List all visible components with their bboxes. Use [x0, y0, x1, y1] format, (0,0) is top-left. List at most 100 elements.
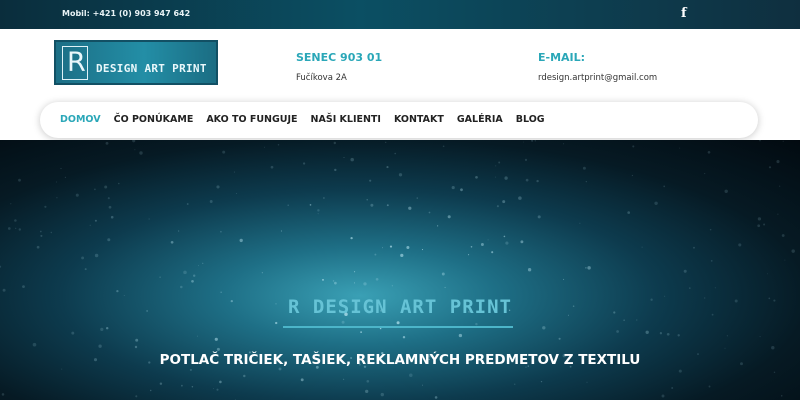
sparkle-dot [537, 215, 541, 219]
sparkle-dot [679, 147, 681, 149]
nav-item-blog[interactable]: BLOG [516, 114, 545, 125]
sparkle-dot [714, 287, 716, 289]
sparkle-dot [10, 203, 12, 205]
sparkle-dot [724, 189, 728, 194]
sparkle-dot [524, 158, 528, 161]
sparkle-dot [317, 209, 320, 212]
nav-item-ako-to-funguje[interactable]: AKO TO FUNGUJE [206, 114, 297, 125]
nav-item-co-ponukame[interactable]: ČO PONÚKAME [114, 114, 194, 125]
sparkle-dot [496, 205, 499, 208]
sparkle-dot [400, 253, 404, 258]
sparkle-dot [475, 175, 478, 179]
sparkle-dot [354, 271, 356, 273]
sparkle-dot [406, 245, 410, 250]
sparkle-dot [132, 140, 136, 143]
sparkle-dot [322, 197, 325, 199]
sparkle-dot [408, 206, 412, 210]
sparkle-dot [60, 167, 62, 170]
sparkle-dot [104, 185, 108, 189]
sparkle-dot [317, 213, 319, 215]
sparkle-dot [222, 150, 226, 154]
sparkle-dot [202, 262, 204, 264]
sparkle-dot [14, 219, 17, 222]
sparkle-dot [380, 392, 384, 397]
sparkle-dot [98, 344, 102, 348]
logo-letter: R [67, 47, 86, 78]
sparkle-dot [170, 240, 174, 244]
sparkle-dot [709, 228, 712, 231]
sparkle-dot [334, 281, 337, 285]
main-nav: DOMOV ČO PONÚKAME AKO TO FUNGUJE NAŠI KL… [40, 102, 758, 138]
sparkle-dot [342, 378, 345, 381]
sparkle-dot [261, 272, 263, 274]
sparkle-dot [139, 151, 143, 155]
sparkle-dot [708, 385, 711, 388]
sparkle-dot [641, 246, 643, 248]
sparkle-dot [186, 203, 189, 205]
sparkle-dot [343, 156, 345, 159]
sparkle-dot [563, 143, 565, 145]
sparkle-dot [375, 277, 379, 281]
sparkle-dot [416, 197, 418, 199]
sparkle-dot [309, 204, 312, 206]
sparkle-dot [495, 165, 497, 167]
sparkle-dot [270, 165, 274, 169]
sparkle-dot [370, 203, 374, 207]
sparkle-dot [518, 196, 522, 200]
sparkle-dot [56, 197, 58, 199]
hero-title: R DESIGN ART PRINT [288, 296, 512, 318]
hero-banner: R DESIGN ART PRINT POTLAČ TRIČIEK, TAŠIE… [0, 140, 800, 400]
sparkle-dot [350, 157, 354, 162]
sparkle-dot [71, 331, 75, 335]
sparkle-dot [365, 389, 369, 394]
sparkle-dot [287, 204, 289, 206]
site-logo[interactable]: R DESIGN ART PRINT [54, 40, 218, 85]
nav-item-nasi-klienti[interactable]: NAŠI KLIENTI [311, 114, 381, 125]
sparkle-dot [421, 384, 424, 386]
sparkle-dot [480, 243, 484, 246]
sparkle-dot [636, 319, 638, 321]
sparkle-dot [677, 334, 680, 337]
sparkle-dot [527, 268, 532, 272]
sparkle-dot [277, 144, 280, 146]
sparkle-dot [18, 178, 21, 182]
sparkle-dot [32, 342, 37, 347]
sparkle-dot [784, 259, 786, 261]
sparkle-dot [94, 219, 97, 222]
facebook-icon[interactable]: f [681, 6, 687, 21]
sparkle-dot [771, 346, 775, 350]
sparkle-dot [780, 395, 783, 397]
sparkle-dot [623, 319, 625, 321]
sparkle-dot [159, 276, 161, 279]
email-address[interactable]: rdesign.artprint@gmail.com [538, 73, 657, 83]
sparkle-dot [645, 330, 649, 334]
sparkle-dot [520, 240, 524, 244]
sparkle-dot [666, 332, 670, 336]
sparkle-dot [409, 373, 413, 378]
sparkle-dot [386, 204, 389, 207]
site-header: R DESIGN ART PRINT SENEC 903 01 Fučíkova… [0, 29, 800, 140]
sparkle-dot [177, 230, 180, 232]
nav-list: DOMOV ČO PONÚKAME AKO TO FUNGUJE NAŠI KL… [60, 114, 558, 125]
sparkle-dot [585, 267, 587, 269]
sparkle-dot [659, 332, 663, 335]
sparkle-dot [214, 337, 218, 341]
nav-item-galeria[interactable]: GALÉRIA [457, 114, 503, 125]
nav-item-domov[interactable]: DOMOV [60, 114, 101, 125]
phone-number: Mobil: +421 (0) 903 947 642 [62, 9, 191, 18]
sparkle-dot [534, 140, 536, 142]
sparkle-dot [302, 162, 306, 165]
sparkle-dot [148, 218, 150, 220]
sparkle-dot [386, 166, 389, 169]
sparkle-dot [135, 338, 139, 342]
sparkle-dot [726, 335, 729, 337]
sparkle-dot [487, 239, 489, 241]
sparkle-dot [434, 396, 438, 399]
sparkle-dot [333, 141, 337, 145]
sparkle-dot [363, 282, 367, 286]
sparkle-dot [374, 253, 377, 256]
sparkle-dot [209, 200, 213, 203]
sparkle-dot [366, 199, 368, 201]
nav-item-kontakt[interactable]: KONTAKT [394, 114, 444, 125]
sparkle-dot [381, 247, 383, 249]
